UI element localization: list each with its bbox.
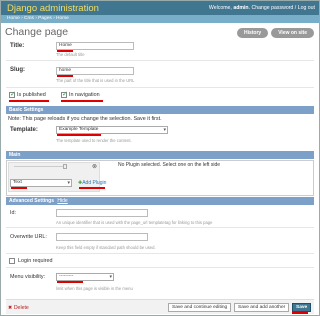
is-published-checkbox[interactable] <box>9 90 16 98</box>
close-icon[interactable]: ⊗ <box>92 163 97 170</box>
breadcrumb[interactable]: Home › Cms › Pages › Home <box>1 15 319 23</box>
save-add-another-button[interactable]: Save and add another <box>234 303 290 312</box>
save-button[interactable]: Save <box>292 303 312 312</box>
overwrite-url-help: Keep this field empty if standard path s… <box>56 245 156 250</box>
slug-help: The part of the title that is used in th… <box>56 78 135 83</box>
slug-label: Slug: <box>10 67 25 73</box>
save-continue-button[interactable]: Save and continue editing <box>168 303 232 312</box>
admin-header: Django administration Welcome, admin. Ch… <box>1 1 319 15</box>
welcome-text: Welcome, <box>208 5 232 11</box>
template-highlight <box>57 134 101 136</box>
menu-visibility-label: Menu visibility: <box>10 274 46 280</box>
delete-link[interactable]: ✖ Delete <box>8 305 29 311</box>
chevron-down-icon: ▾ <box>109 274 112 280</box>
title-label: Title: <box>10 43 25 49</box>
divider <box>6 87 314 88</box>
is-published-label: Is published <box>17 92 46 98</box>
slider-handle[interactable] <box>63 164 67 169</box>
delete-label: Delete <box>13 305 29 311</box>
advanced-settings-header: Advanced Settings Hide <box>6 197 314 205</box>
plugin-type-highlight <box>11 187 27 189</box>
advanced-settings-heading: Advanced Settings <box>9 198 55 204</box>
title-input[interactable]: Home <box>56 42 134 50</box>
template-value: Example Template <box>59 127 99 132</box>
no-plugin-message: No Plugin selected. Select one on the le… <box>118 162 221 168</box>
chevron-down-icon: ▾ <box>163 127 166 133</box>
template-label: Template: <box>10 127 38 133</box>
in-navigation-highlight <box>61 100 103 102</box>
chevron-down-icon: ▾ <box>67 180 70 186</box>
divider <box>6 253 314 254</box>
overwrite-url-input[interactable] <box>56 233 148 241</box>
login-required-checkbox[interactable] <box>9 258 15 264</box>
slug-input[interactable]: home <box>56 67 134 75</box>
user-tools: Welcome, admin. Change password / Log ou… <box>208 5 315 11</box>
divider <box>6 60 314 61</box>
reload-note: Note: This page reloads if you change th… <box>8 116 162 122</box>
close-icon: ✖ <box>8 305 13 311</box>
basic-settings-header: Basic Settings <box>6 106 314 114</box>
history-button[interactable]: History <box>236 28 269 38</box>
basic-settings-heading: Basic Settings <box>9 107 44 113</box>
page-title: Change page <box>5 26 69 38</box>
in-navigation-checkbox[interactable] <box>61 90 68 98</box>
object-tools: History View on site <box>236 28 314 38</box>
main-header: Main <box>6 151 314 159</box>
add-plugin-label: Add Plugin <box>82 180 107 186</box>
plugin-type-select[interactable]: Text ▾ <box>10 179 72 187</box>
menu-visibility-value: --------- <box>59 274 74 279</box>
separator: / <box>294 5 297 11</box>
username: admin <box>233 5 249 11</box>
add-plugin-button[interactable]: ✚Add Plugin <box>78 180 106 186</box>
title-help: The default title <box>56 52 85 57</box>
overwrite-url-label: Overwrite URL: <box>10 234 47 240</box>
hide-toggle[interactable]: Hide <box>57 198 67 204</box>
template-select[interactable]: Example Template ▾ <box>56 126 168 134</box>
main-heading: Main <box>9 152 21 158</box>
add-plugin-highlight <box>79 187 105 189</box>
id-label: Id: <box>10 210 16 216</box>
slug-highlight <box>57 75 73 77</box>
login-required-label: Login required <box>18 258 53 264</box>
change-password-link[interactable]: Change password <box>252 5 294 11</box>
site-brand[interactable]: Django administration <box>7 3 99 14</box>
menu-visibility-select[interactable]: --------- ▾ <box>56 273 114 281</box>
in-navigation-label: In navigation <box>69 92 100 98</box>
divider <box>6 267 314 268</box>
menu-visibility-help: limit when this page is visible in the m… <box>56 286 133 291</box>
is-published-highlight <box>9 100 49 102</box>
id-input[interactable] <box>56 209 148 217</box>
slider-track[interactable] <box>14 166 64 167</box>
template-help: The template used to render the content. <box>56 138 132 143</box>
divider <box>6 227 314 228</box>
save-highlight <box>292 312 308 314</box>
plugin-type-value: Text <box>13 180 22 185</box>
logout-link[interactable]: Log out <box>298 5 315 11</box>
view-on-site-button[interactable]: View on site <box>271 28 314 38</box>
menu-visibility-highlight <box>57 281 83 283</box>
id-help: An unique identifier that is used with t… <box>56 220 213 225</box>
